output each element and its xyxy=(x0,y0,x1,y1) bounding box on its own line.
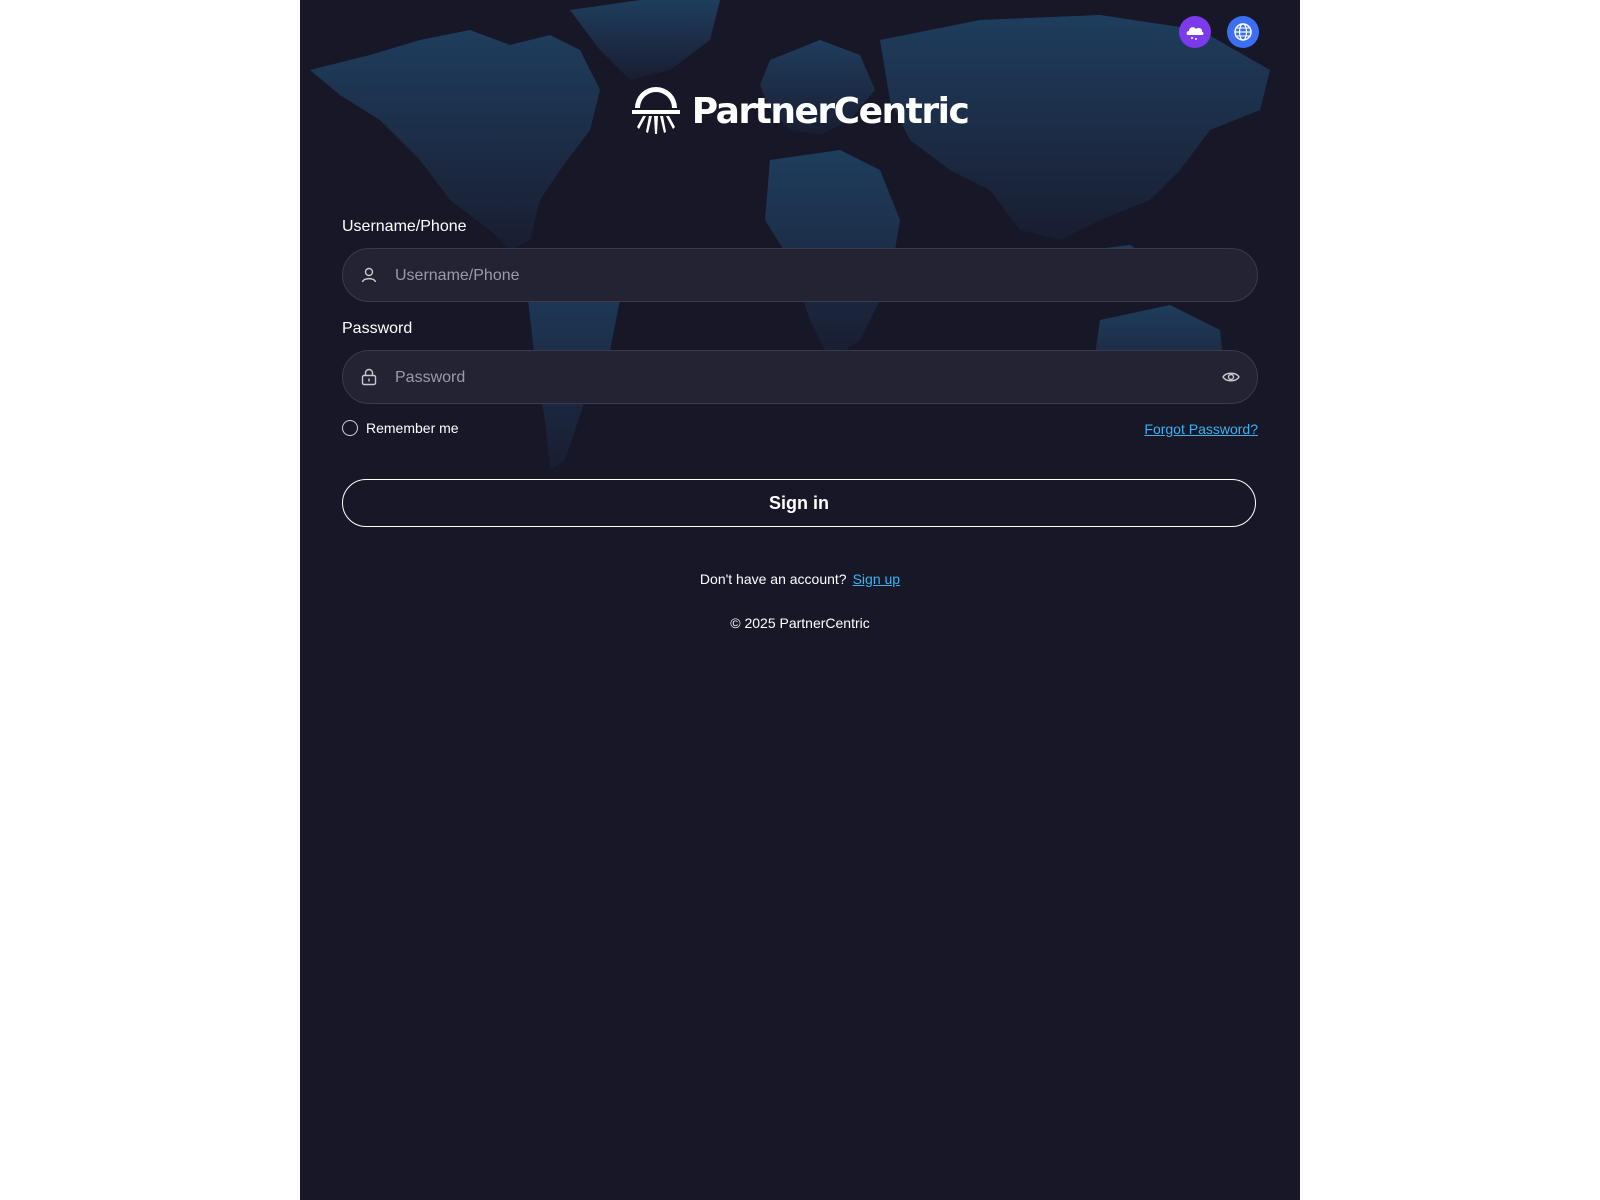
lock-icon xyxy=(361,368,377,386)
remember-me-radio[interactable] xyxy=(342,420,358,436)
username-input[interactable] xyxy=(393,249,1197,303)
globe-icon xyxy=(1234,23,1252,41)
copyright-text: © 2025 PartnerCentric xyxy=(730,615,870,631)
login-panel: PartnerCentric Username/Phone Password xyxy=(300,0,1300,1200)
signup-prompt: Don't have an account? xyxy=(699,571,847,587)
sign-in-button[interactable]: Sign in xyxy=(342,479,1256,527)
password-input[interactable] xyxy=(393,351,1197,405)
eye-icon[interactable] xyxy=(1221,367,1241,387)
theme-icon[interactable] xyxy=(1179,16,1211,48)
brand-logo: PartnerCentric xyxy=(300,86,1300,136)
logo-icon xyxy=(631,87,680,134)
signup-row: Don't have an account? Sign up xyxy=(300,571,1300,587)
cloud-icon xyxy=(1186,27,1204,40)
remember-me-option[interactable]: Remember me xyxy=(342,420,459,436)
brand-name: PartnerCentric xyxy=(691,90,970,132)
forgot-password-link[interactable]: Forgot Password? xyxy=(1144,421,1258,437)
username-label: Username/Phone xyxy=(342,218,467,235)
password-field[interactable] xyxy=(342,350,1258,405)
username-field[interactable] xyxy=(342,248,1258,303)
password-label: Password xyxy=(342,320,413,337)
top-icon-group xyxy=(1179,16,1259,48)
sign-up-link[interactable]: Sign up xyxy=(853,571,900,587)
language-button[interactable] xyxy=(1227,16,1259,48)
user-icon xyxy=(361,267,377,283)
remember-me-label: Remember me xyxy=(366,420,459,436)
